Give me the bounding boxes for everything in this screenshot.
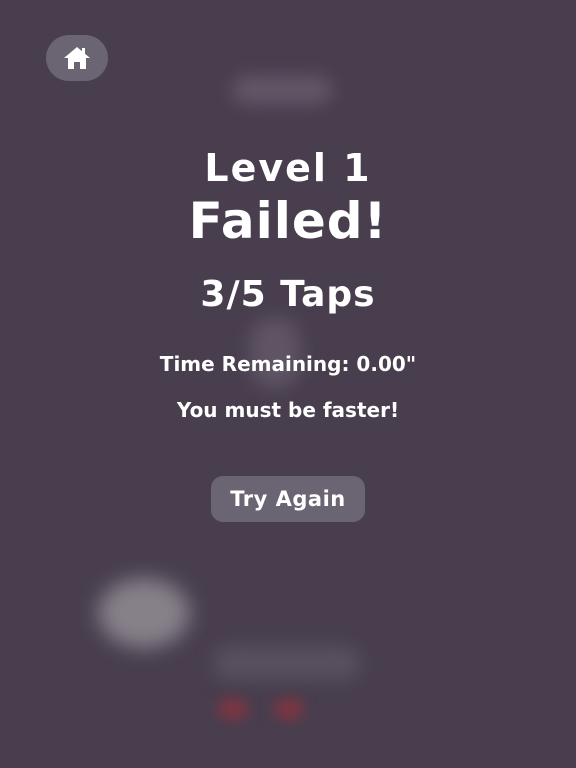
blurred-background-ball — [98, 578, 190, 648]
time-remaining: Time Remaining: 0.00" — [159, 352, 417, 376]
game-screen: Level 1 Failed! 3/5 Taps Time Remaining:… — [0, 0, 576, 768]
taps-count: 3/5 Taps — [200, 274, 376, 315]
hint-message: You must be faster! — [176, 398, 400, 422]
blurred-background-label — [214, 646, 360, 680]
level-title: Level 1 — [204, 146, 372, 190]
try-again-button[interactable]: Try Again — [211, 476, 365, 522]
home-button[interactable] — [46, 35, 108, 81]
blurred-background-dot — [218, 698, 248, 720]
failed-title: Failed! — [188, 192, 388, 250]
blurred-background-dot — [274, 698, 304, 720]
home-icon — [62, 45, 92, 71]
blurred-background-title — [232, 76, 332, 104]
